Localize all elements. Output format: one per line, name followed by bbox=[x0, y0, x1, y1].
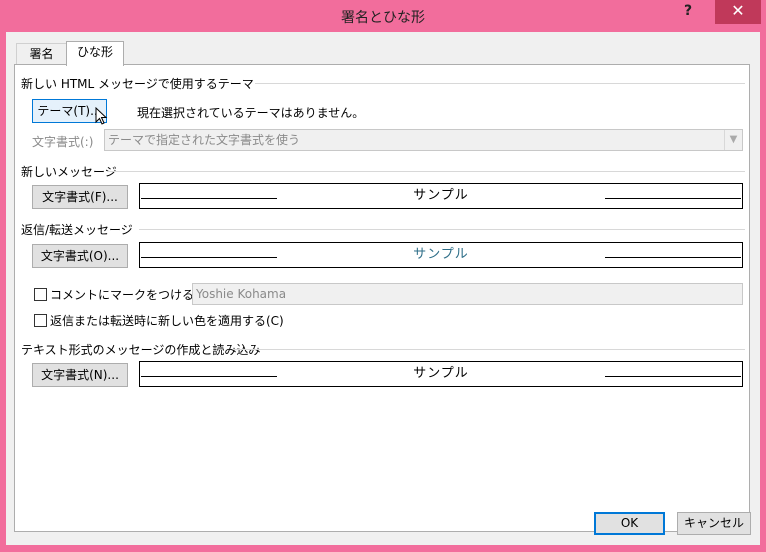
help-button[interactable]: ? bbox=[676, 0, 700, 24]
dialog-window: 署名とひな形 ? ✕ 署名 ひな形 新しい HTML メッセージで使用するテーマ… bbox=[0, 0, 766, 552]
new-message-heading: 新しいメッセージ bbox=[21, 165, 117, 179]
sample-line-right bbox=[605, 376, 741, 377]
ok-button[interactable]: OK bbox=[594, 512, 665, 535]
new-message-sample: サンプル bbox=[139, 183, 743, 209]
title-bar: 署名とひな形 ? ✕ bbox=[0, 0, 766, 32]
mark-comments-input[interactable]: Yoshie Kohama bbox=[192, 283, 743, 305]
window-title: 署名とひな形 bbox=[341, 10, 425, 26]
plain-text-separator bbox=[233, 349, 745, 350]
reply-sample: サンプル bbox=[139, 242, 743, 268]
sample-line-right bbox=[605, 198, 741, 199]
reply-font-button[interactable]: 文字書式(O)... bbox=[32, 244, 128, 268]
font-select[interactable]: テーマで指定された文字書式を使う ▼ bbox=[104, 129, 743, 151]
theme-section-heading: 新しい HTML メッセージで使用するテーマ bbox=[21, 77, 254, 91]
new-message-font-button[interactable]: 文字書式(F)... bbox=[32, 185, 128, 209]
tab-signature[interactable]: 署名 bbox=[16, 43, 67, 66]
reply-forward-heading: 返信/転送メッセージ bbox=[21, 223, 133, 237]
plain-text-sample-text: サンプル bbox=[413, 366, 469, 381]
plain-text-heading: テキスト形式のメッセージの作成と読み込み bbox=[21, 343, 261, 357]
new-message-separator bbox=[107, 171, 745, 172]
reply-forward-separator bbox=[139, 229, 745, 230]
cancel-button[interactable]: キャンセル bbox=[677, 512, 751, 535]
sample-line-left bbox=[141, 376, 277, 377]
plain-text-sample: サンプル bbox=[139, 361, 743, 387]
close-button[interactable]: ✕ bbox=[715, 0, 761, 24]
sample-line-right bbox=[605, 257, 741, 258]
theme-status-text: 現在選択されているテーマはありません。 bbox=[137, 106, 365, 120]
new-message-sample-text: サンプル bbox=[413, 188, 469, 203]
mouse-cursor-icon bbox=[95, 107, 108, 125]
stationery-panel: 新しい HTML メッセージで使用するテーマ テーマ(T)... 現在選択されて… bbox=[14, 64, 750, 532]
mark-comments-checkbox[interactable] bbox=[34, 288, 47, 301]
dialog-body: 署名 ひな形 新しい HTML メッセージで使用するテーマ テーマ(T)... … bbox=[6, 32, 760, 545]
theme-separator bbox=[255, 83, 745, 84]
font-label: 文字書式(:) bbox=[32, 135, 94, 149]
sample-line-left bbox=[141, 257, 277, 258]
font-select-value: テーマで指定された文字書式を使う bbox=[108, 133, 301, 147]
sample-line-left bbox=[141, 198, 277, 199]
tab-stationery[interactable]: ひな形 bbox=[66, 41, 124, 66]
pick-new-color-checkbox[interactable] bbox=[34, 314, 47, 327]
chevron-down-icon: ▼ bbox=[724, 130, 742, 150]
pick-new-color-label: 返信または転送時に新しい色を適用する(C) bbox=[50, 314, 284, 328]
reply-sample-text: サンプル bbox=[413, 247, 469, 262]
plain-text-font-button[interactable]: 文字書式(N)... bbox=[32, 363, 128, 387]
